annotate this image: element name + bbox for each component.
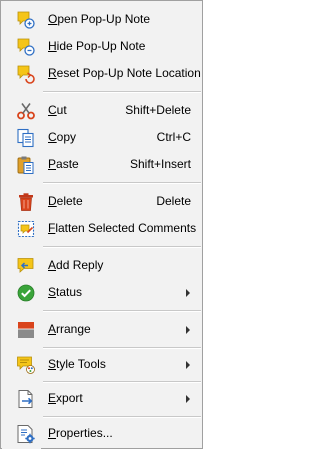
separator xyxy=(43,347,201,349)
menu-item-label: Style Tools xyxy=(48,357,106,371)
menu-item-label: Status xyxy=(48,285,83,299)
menu-item-status[interactable]: Status xyxy=(2,279,203,305)
menu-item-label: Export xyxy=(48,391,83,405)
properties-icon xyxy=(17,425,35,444)
menu-item-copy[interactable]: Copy Ctrl+C xyxy=(2,124,203,150)
menu-item-open-popup-note[interactable]: Open Pop-Up Note xyxy=(2,6,203,32)
menu-item-label: Paste xyxy=(48,157,79,171)
submenu-arrow-icon xyxy=(186,395,190,403)
shortcut-label: Delete xyxy=(156,194,191,208)
menu-item-hide-popup-note[interactable]: Hide Pop-Up Note xyxy=(2,33,203,59)
shortcut-label: Shift+Delete xyxy=(125,103,191,117)
scissors-icon xyxy=(17,103,35,120)
open-popup-note-icon xyxy=(17,11,35,29)
export-icon xyxy=(18,390,33,408)
menu-item-label: Delete xyxy=(48,194,83,208)
shortcut-label: Shift+Insert xyxy=(129,157,191,171)
menu-item-label: Reset Pop-Up Note Location xyxy=(48,66,201,80)
context-menu: Open Pop-Up Note Hide Pop-Up Note Reset … xyxy=(0,0,203,449)
menu-item-arrange[interactable]: Arrange xyxy=(2,316,203,342)
shortcut-label: Ctrl+C xyxy=(156,130,191,144)
menu-item-label: Copy xyxy=(48,130,77,144)
menu-item-add-reply[interactable]: Add Reply xyxy=(2,252,203,278)
arrange-icon xyxy=(18,322,34,338)
menu-item-label: Cut xyxy=(48,103,67,117)
menu-item-label: Properties... xyxy=(48,426,113,440)
menu-item-delete[interactable]: Delete Delete xyxy=(2,188,203,214)
paste-icon xyxy=(17,156,34,174)
submenu-arrow-icon xyxy=(186,289,190,297)
copy-icon xyxy=(17,128,34,148)
separator xyxy=(43,381,201,383)
menu-item-properties[interactable]: Properties... xyxy=(2,420,203,446)
add-reply-icon xyxy=(17,258,34,273)
trash-icon xyxy=(19,193,33,211)
submenu-arrow-icon xyxy=(186,326,190,334)
menu-item-paste[interactable]: Paste Shift+Insert xyxy=(2,151,203,177)
hide-popup-note-icon xyxy=(17,38,35,56)
menu-item-label: Open Pop-Up Note xyxy=(48,12,151,26)
separator xyxy=(43,416,201,418)
menu-item-label: Add Reply xyxy=(48,258,104,272)
submenu-arrow-icon xyxy=(186,361,190,369)
menu-item-cut[interactable]: Cut Shift+Delete xyxy=(2,97,203,123)
menu-item-label: Arrange xyxy=(48,322,91,336)
menu-item-label: Flatten Selected Comments xyxy=(48,221,197,235)
checkmark-status-icon xyxy=(17,284,35,302)
menu-item-flatten-selected-comments[interactable]: Flatten Selected Comments xyxy=(2,215,203,241)
menu-item-style-tools[interactable]: Style Tools xyxy=(2,351,203,377)
flatten-comments-icon xyxy=(17,220,35,238)
reset-popup-note-location-icon xyxy=(17,65,35,84)
separator xyxy=(43,182,201,184)
separator xyxy=(43,246,201,248)
menu-item-label: Hide Pop-Up Note xyxy=(48,39,146,53)
menu-item-reset-popup-note-location[interactable]: Reset Pop-Up Note Location xyxy=(2,60,203,86)
separator xyxy=(43,310,201,312)
separator xyxy=(43,91,201,93)
menu-item-export[interactable]: Export xyxy=(2,385,203,411)
style-tools-icon xyxy=(17,356,35,374)
